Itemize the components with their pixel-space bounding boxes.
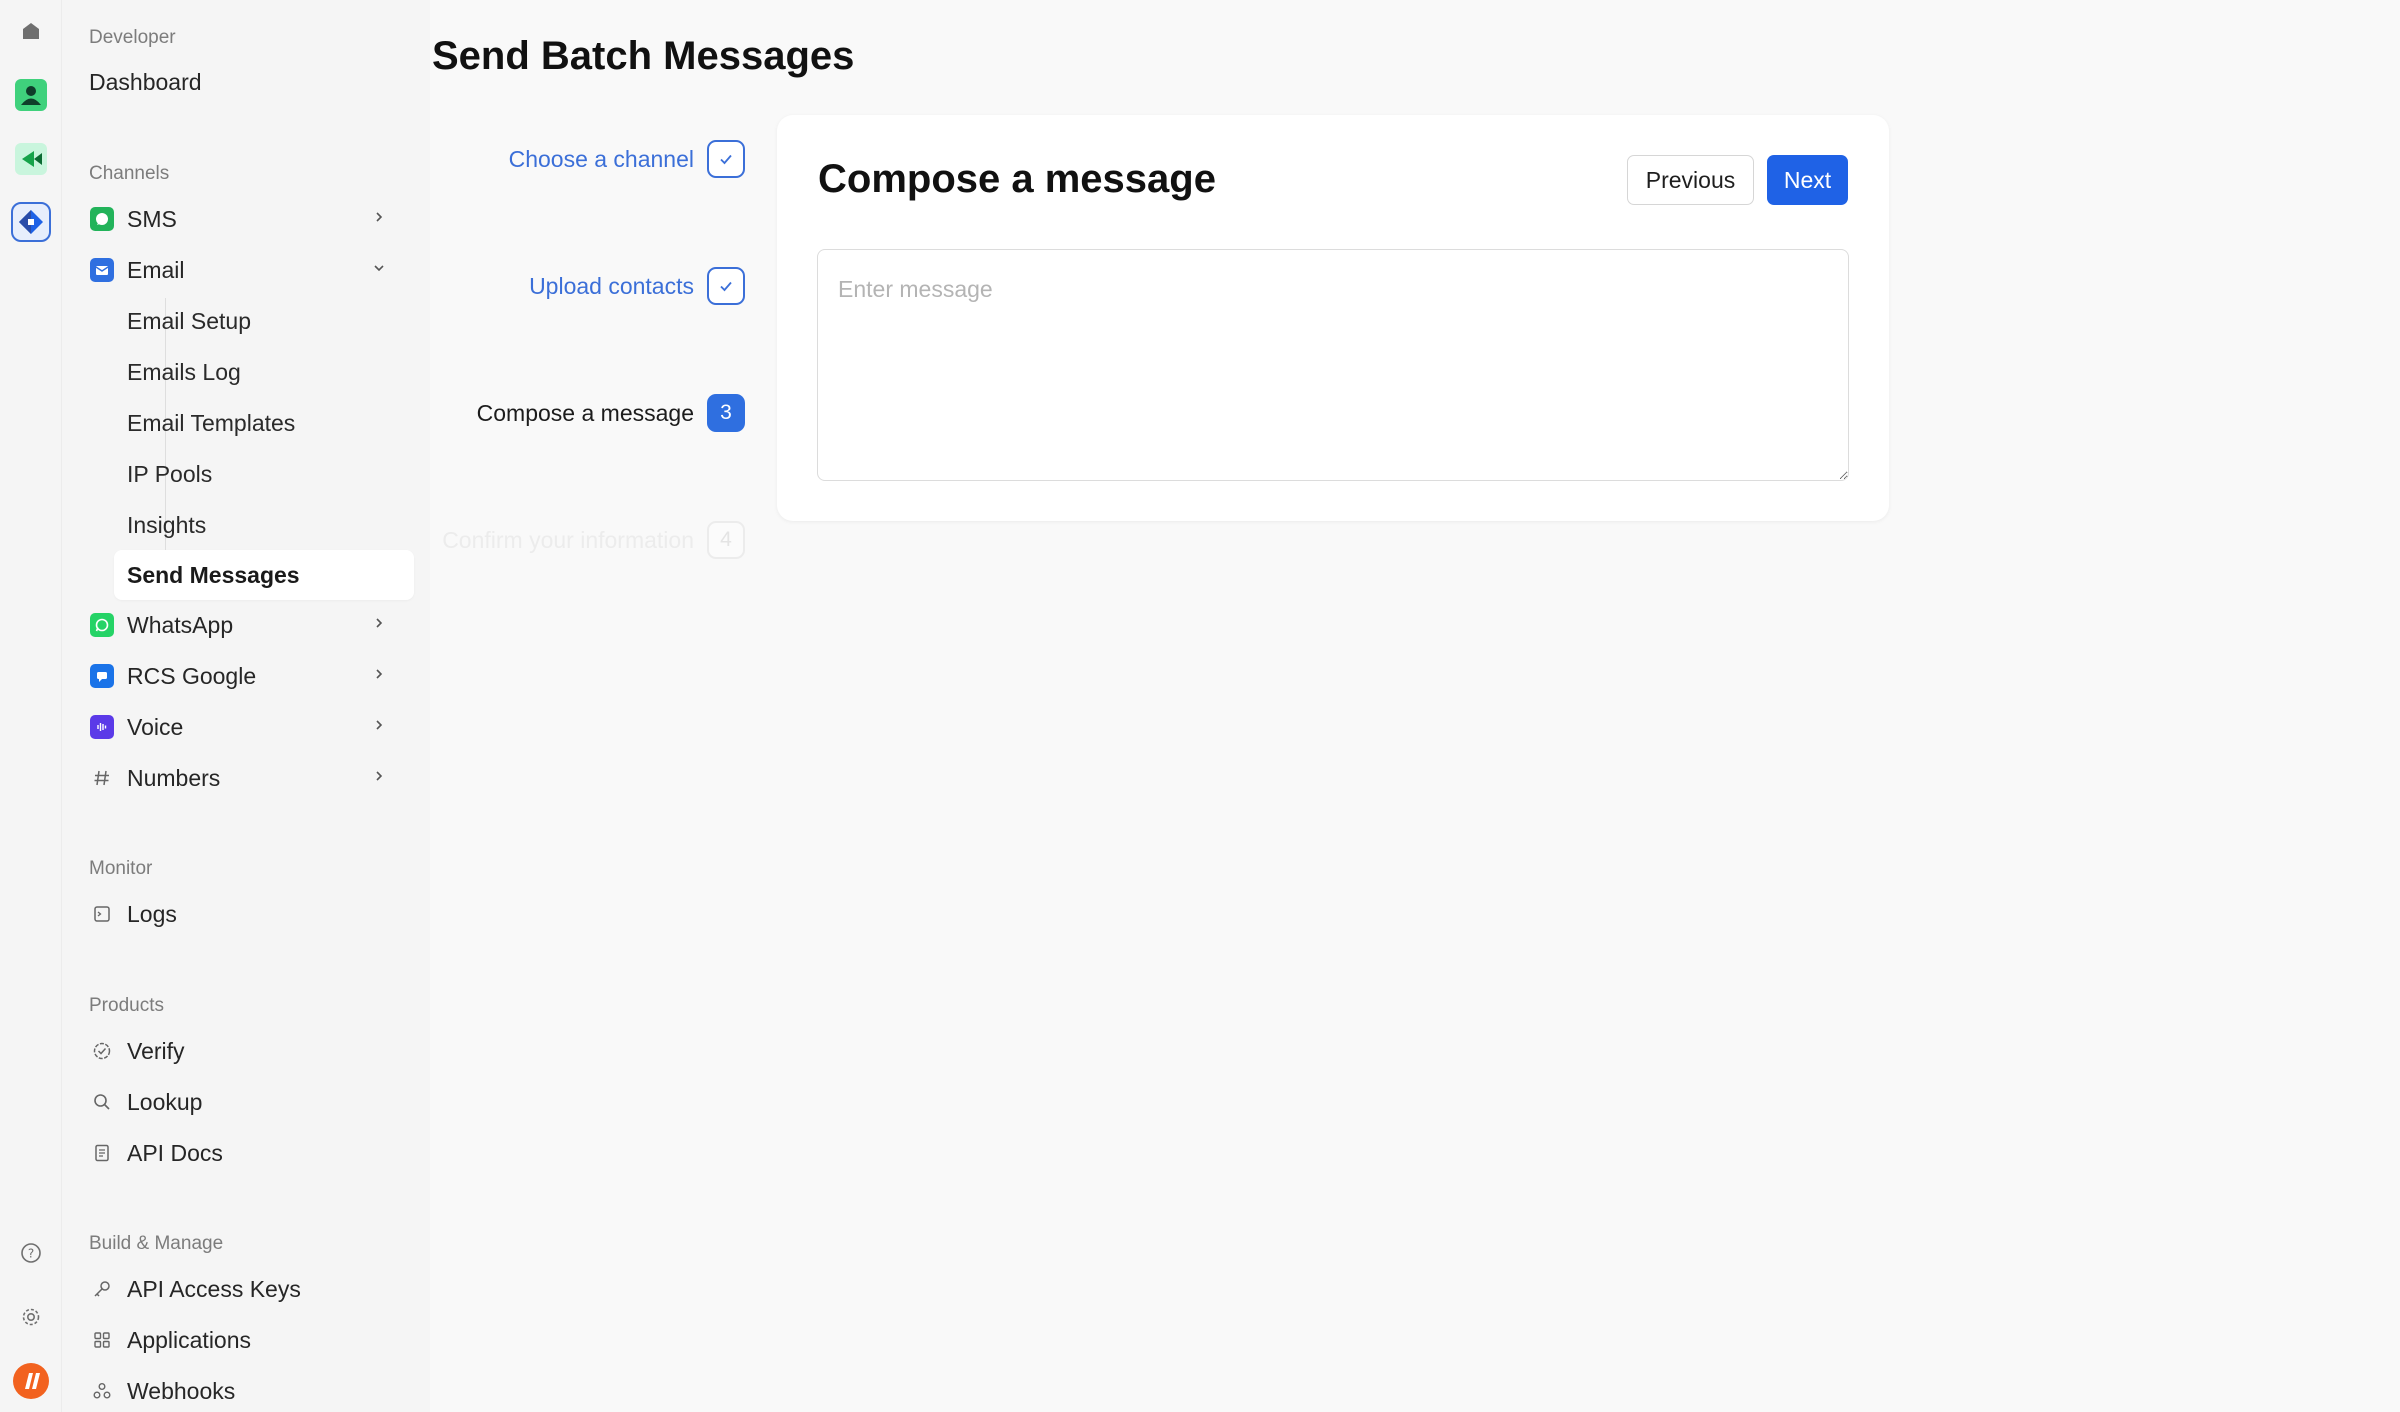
sidebar-item-applications[interactable]: Applications (89, 1316, 414, 1364)
sidebar-item-sms[interactable]: SMS (89, 195, 414, 243)
step-label: Confirm your information (442, 526, 694, 553)
sidebar-item-api-docs[interactable]: API Docs (89, 1129, 414, 1177)
step-number: 3 (707, 394, 745, 432)
icon-rail: ? (0, 0, 62, 1412)
message-textarea[interactable] (817, 249, 1849, 481)
home-icon[interactable] (11, 11, 51, 51)
sidebar-subitem-send-messages[interactable]: Send Messages (114, 550, 414, 600)
step-number: 4 (707, 521, 745, 559)
email-icon (89, 257, 115, 283)
grid-apps-icon (89, 1327, 115, 1353)
video-app-icon[interactable] (11, 139, 51, 179)
step-label: Choose a channel (508, 145, 694, 172)
sidebar-item-logs[interactable]: Logs (89, 890, 414, 938)
sidebar-item-webhooks[interactable]: Webhooks (89, 1367, 414, 1412)
app-root: ? Developer Dashboard Channels SMS Email (0, 0, 2400, 1412)
chevron-right-icon (376, 771, 383, 781)
page-title: Send Batch Messages (432, 34, 855, 78)
sidebar-nav: Developer Dashboard Channels SMS Email E… (62, 0, 430, 1412)
sidebar-item-label: RCS Google (127, 662, 257, 689)
next-button[interactable]: Next (1767, 155, 1848, 205)
sidebar-item-lookup[interactable]: Lookup (89, 1078, 414, 1126)
step-compose-message: Compose a message 3 (477, 393, 745, 433)
help-icon[interactable]: ? (11, 1233, 51, 1273)
step-check-icon (707, 267, 745, 305)
sidebar-item-email[interactable]: Email (89, 246, 414, 294)
key-icon (89, 1276, 115, 1302)
sidebar-item-label: Voice (127, 713, 184, 740)
webhook-icon (89, 1378, 115, 1404)
verify-badge-icon (89, 1038, 115, 1064)
compose-message-card: Compose a message Previous Next (777, 115, 1889, 521)
sidebar-item-label: Numbers (127, 764, 221, 791)
sidebar-subitem-insights[interactable]: Insights (127, 501, 427, 549)
sidebar-subitem-email-templates[interactable]: Email Templates (127, 399, 427, 447)
sidebar-item-rcs-google[interactable]: RCS Google (89, 652, 414, 700)
chevron-right-icon (376, 618, 383, 628)
step-choose-channel[interactable]: Choose a channel (509, 139, 745, 179)
user-avatar[interactable] (11, 1361, 51, 1401)
sidebar-item-label: Email (127, 256, 185, 283)
document-icon (89, 1140, 115, 1166)
voice-waveform-icon (89, 714, 115, 740)
chevron-right-icon (376, 720, 383, 730)
hash-icon (89, 765, 115, 791)
sidebar-subitem-emails-log[interactable]: Emails Log (127, 348, 427, 396)
svg-text:?: ? (28, 1247, 34, 1261)
sidebar-item-dashboard[interactable]: Dashboard (89, 58, 414, 106)
sidebar-item-voice[interactable]: Voice (89, 703, 414, 751)
step-confirm-information: Confirm your information 4 (442, 520, 745, 560)
contact-center-app-icon[interactable] (11, 75, 51, 115)
sidebar-item-api-access-keys[interactable]: API Access Keys (89, 1265, 414, 1313)
sidebar-item-label: API Docs (127, 1139, 223, 1166)
sidebar-item-label: Lookup (127, 1088, 203, 1115)
sidebar-item-whatsapp[interactable]: WhatsApp (89, 601, 414, 649)
step-upload-contacts[interactable]: Upload contacts (529, 266, 745, 306)
sidebar-item-label: Verify (127, 1037, 185, 1064)
whatsapp-icon (89, 612, 115, 638)
section-label-channels: Channels (89, 163, 170, 184)
card-title: Compose a message (818, 157, 1216, 201)
search-icon (89, 1089, 115, 1115)
previous-button[interactable]: Previous (1627, 155, 1754, 205)
section-label-products: Products (89, 995, 164, 1016)
sidebar-item-verify[interactable]: Verify (89, 1027, 414, 1075)
rcs-message-icon (89, 663, 115, 689)
sidebar-item-label: Logs (127, 900, 177, 927)
sidebar-item-label: Webhooks (127, 1377, 236, 1404)
chevron-right-icon (376, 669, 383, 679)
step-check-icon (707, 140, 745, 178)
step-label: Upload contacts (529, 272, 694, 299)
section-label-monitor: Monitor (89, 858, 153, 879)
section-label-developer: Developer (89, 27, 176, 48)
sidebar-item-label: Dashboard (89, 68, 202, 95)
step-label: Compose a message (476, 399, 694, 426)
chevron-down-icon (374, 265, 384, 272)
developer-app-icon[interactable] (11, 202, 51, 242)
sidebar-item-label: SMS (127, 205, 177, 232)
chevron-right-icon (376, 212, 383, 222)
sidebar-subitem-ip-pools[interactable]: IP Pools (127, 450, 427, 498)
sidebar-item-label: API Access Keys (127, 1275, 301, 1302)
sidebar-item-numbers[interactable]: Numbers (89, 754, 414, 802)
section-label-build-manage: Build & Manage (89, 1233, 224, 1254)
settings-gear-icon[interactable] (11, 1297, 51, 1337)
sidebar-item-label: WhatsApp (127, 611, 234, 638)
sms-icon (89, 206, 115, 232)
sidebar-item-label: Applications (127, 1326, 252, 1353)
sidebar-subitem-email-setup[interactable]: Email Setup (127, 297, 427, 345)
logs-terminal-icon (89, 901, 115, 927)
